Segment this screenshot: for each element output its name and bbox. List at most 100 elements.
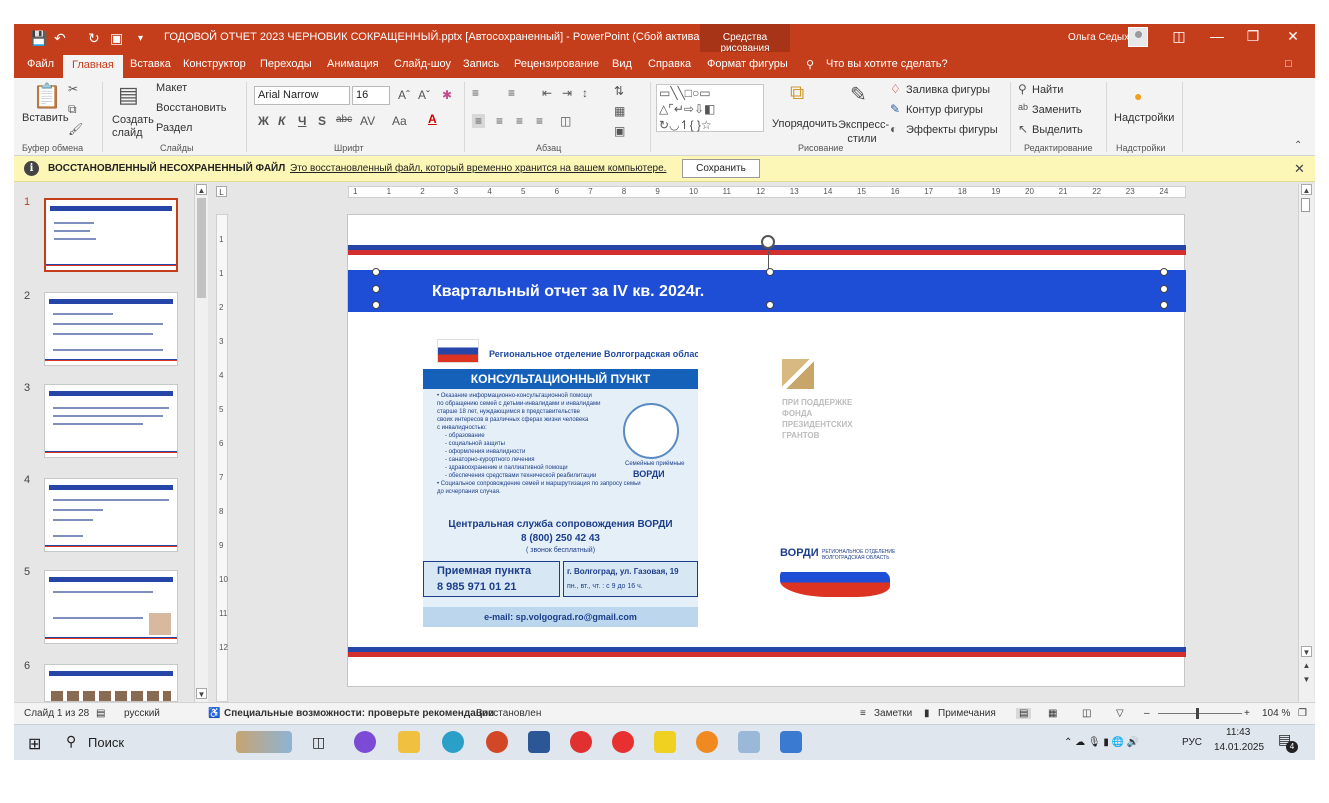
clock-time[interactable]: 11:43 xyxy=(1226,727,1250,738)
shadow-icon[interactable]: S xyxy=(318,114,326,128)
spelling-icon[interactable]: ▤ xyxy=(96,708,105,719)
change-case-icon[interactable]: Aa xyxy=(392,114,407,128)
tab-review[interactable]: Рецензирование xyxy=(514,58,599,70)
layout-button[interactable]: Макет xyxy=(156,82,187,94)
decrease-indent-icon[interactable]: ⇤ xyxy=(542,86,552,100)
paste-button[interactable]: Вставить xyxy=(22,112,69,124)
collapse-ribbon-icon[interactable]: ⌃ xyxy=(1294,140,1302,151)
recovered-message-link[interactable]: Это восстановленный файл, который времен… xyxy=(290,163,666,174)
zoom-out-icon[interactable]: – xyxy=(1144,708,1150,719)
scrollbar-thumb[interactable] xyxy=(197,198,206,298)
align-text-icon[interactable]: ▦ xyxy=(614,104,625,118)
find-icon[interactable]: ⚲ xyxy=(1018,82,1027,96)
slide-thumbnail[interactable] xyxy=(44,570,178,644)
notes-icon[interactable]: ≡ xyxy=(860,708,866,719)
customize-qat-icon[interactable]: ▾ xyxy=(138,33,143,44)
select-button[interactable]: Выделить xyxy=(1032,124,1083,136)
reading-view-icon[interactable]: ◫ xyxy=(1082,708,1091,719)
justify-icon[interactable]: ≡ xyxy=(536,114,543,128)
format-painter-icon[interactable]: 🖌 xyxy=(68,122,83,136)
rotate-handle[interactable] xyxy=(761,235,775,249)
zoom-slider[interactable] xyxy=(1158,713,1242,714)
minimize-icon[interactable]: — xyxy=(1202,28,1232,44)
yandex-browser-icon[interactable] xyxy=(570,731,592,753)
quick-styles-button[interactable]: Экспресс-стили xyxy=(838,118,889,146)
undo-icon[interactable]: ↶ xyxy=(54,30,66,47)
word-icon[interactable] xyxy=(528,731,550,753)
close-icon[interactable]: ✕ xyxy=(1278,28,1308,45)
resize-handle[interactable] xyxy=(1160,285,1168,293)
select-icon[interactable]: ↖ xyxy=(1018,122,1028,136)
tab-record[interactable]: Запись xyxy=(463,58,499,70)
resize-handle[interactable] xyxy=(372,268,380,276)
notes-button[interactable]: Заметки xyxy=(874,708,912,719)
shape-outline-icon[interactable]: ✎ xyxy=(890,102,900,116)
slide-sorter-icon[interactable]: ▦ xyxy=(1048,708,1057,719)
shapes-gallery[interactable]: ▭╲╲□○▭ △⌜↵⇨⇩◧ ↻◡↿{ }☆ xyxy=(656,84,764,132)
yandex-music-icon[interactable] xyxy=(654,731,676,753)
paste-icon[interactable]: 📋 xyxy=(32,82,62,111)
bullets-icon[interactable]: ≡ xyxy=(472,86,479,100)
resize-handle[interactable] xyxy=(1160,301,1168,309)
align-center-icon[interactable]: ≡ xyxy=(496,114,503,128)
shape-outline-button[interactable]: Контур фигуры xyxy=(906,104,983,116)
user-name[interactable]: Ольга Седых xyxy=(1068,32,1129,43)
underline-icon[interactable]: Ч xyxy=(298,114,306,128)
line-spacing-icon[interactable]: ↕ xyxy=(582,86,588,100)
font-size-select[interactable]: 16 xyxy=(352,86,390,105)
notes-app-icon[interactable] xyxy=(738,731,760,753)
comments-icon[interactable]: □ xyxy=(1285,58,1292,70)
shape-effects-icon[interactable]: ◐ xyxy=(890,122,897,136)
slide-thumbnail[interactable] xyxy=(44,292,178,366)
resize-handle[interactable] xyxy=(372,285,380,293)
scroll-down-icon[interactable]: ▼ xyxy=(196,688,207,699)
text-direction-icon[interactable]: ⇅ xyxy=(614,84,624,98)
slide-scrollbar[interactable]: ▲ ▼ ▲ ▼ xyxy=(1298,184,1314,702)
resize-handle[interactable] xyxy=(766,301,774,309)
cut-icon[interactable]: ✂ xyxy=(68,82,78,96)
arrange-button[interactable]: Упорядочить xyxy=(772,118,837,130)
cortana-icon[interactable] xyxy=(354,731,376,753)
shape-effects-button[interactable]: Эффекты фигуры xyxy=(906,124,998,136)
zoom-level[interactable]: 104 % xyxy=(1262,708,1290,719)
restore-icon[interactable]: ❐ xyxy=(1238,28,1268,45)
ribbon-display-options-icon[interactable]: ◫ xyxy=(1164,28,1194,45)
start-slideshow-icon[interactable]: ▣ xyxy=(110,30,123,47)
input-language[interactable]: РУС xyxy=(1182,737,1202,748)
shape-fill-icon[interactable]: ♢ xyxy=(890,82,901,96)
tab-view[interactable]: Вид xyxy=(612,58,632,70)
tab-transitions[interactable]: Переходы xyxy=(260,58,312,70)
arrange-icon[interactable]: ⧉ xyxy=(790,82,804,105)
tell-me-search[interactable]: Что вы хотите сделать? xyxy=(826,58,948,70)
italic-icon[interactable]: К xyxy=(278,114,285,128)
slide-canvas[interactable]: Квартальный отчет за IV кв. 2024г. Регио… xyxy=(347,214,1186,687)
search-icon[interactable]: ⚲ xyxy=(66,733,76,750)
tab-selector-icon[interactable]: L xyxy=(216,186,227,197)
resize-handle[interactable] xyxy=(766,268,774,276)
addins-button[interactable]: Надстройки xyxy=(1114,112,1174,124)
close-icon[interactable]: ✕ xyxy=(1294,161,1305,177)
tray-icons[interactable]: ⌃ ☁ 🎙 ▮ 🌐 🔊 xyxy=(1064,737,1139,748)
windows-start-icon[interactable]: ⊞ xyxy=(28,734,41,754)
fit-slide-icon[interactable]: ❐ xyxy=(1298,708,1307,719)
font-color-icon[interactable]: A xyxy=(428,112,437,126)
next-slide-icon[interactable]: ▼ xyxy=(1301,674,1312,685)
normal-view-icon[interactable]: ▤ xyxy=(1016,708,1032,719)
addins-icon[interactable]: ● xyxy=(1134,88,1142,104)
vordi-logo[interactable]: ВОРДИ РЕГИОНАЛЬНОЕ ОТДЕЛЕНИЕ ВОЛГОГРАДСК… xyxy=(780,545,900,605)
powerpoint-icon[interactable] xyxy=(486,731,508,753)
tab-home[interactable]: Главная xyxy=(63,55,123,78)
resize-handle[interactable] xyxy=(372,301,380,309)
save-button[interactable]: Сохранить xyxy=(682,159,760,178)
character-spacing-icon[interactable]: AV xyxy=(360,114,375,128)
clock-date[interactable]: 14.01.2025 xyxy=(1214,742,1264,753)
comments-icon[interactable]: ▮ xyxy=(924,708,930,719)
new-slide-icon[interactable]: ▤ xyxy=(118,82,139,108)
redo-icon[interactable]: ↻ xyxy=(88,30,100,47)
columns-icon[interactable]: ◫ xyxy=(560,114,571,128)
tab-file[interactable]: Файл xyxy=(27,58,54,70)
scroll-up-icon[interactable]: ▲ xyxy=(1301,184,1312,195)
slide-thumbnail[interactable] xyxy=(44,478,178,552)
photos-icon[interactable] xyxy=(780,731,802,753)
scroll-up-icon[interactable]: ▲ xyxy=(196,184,207,195)
